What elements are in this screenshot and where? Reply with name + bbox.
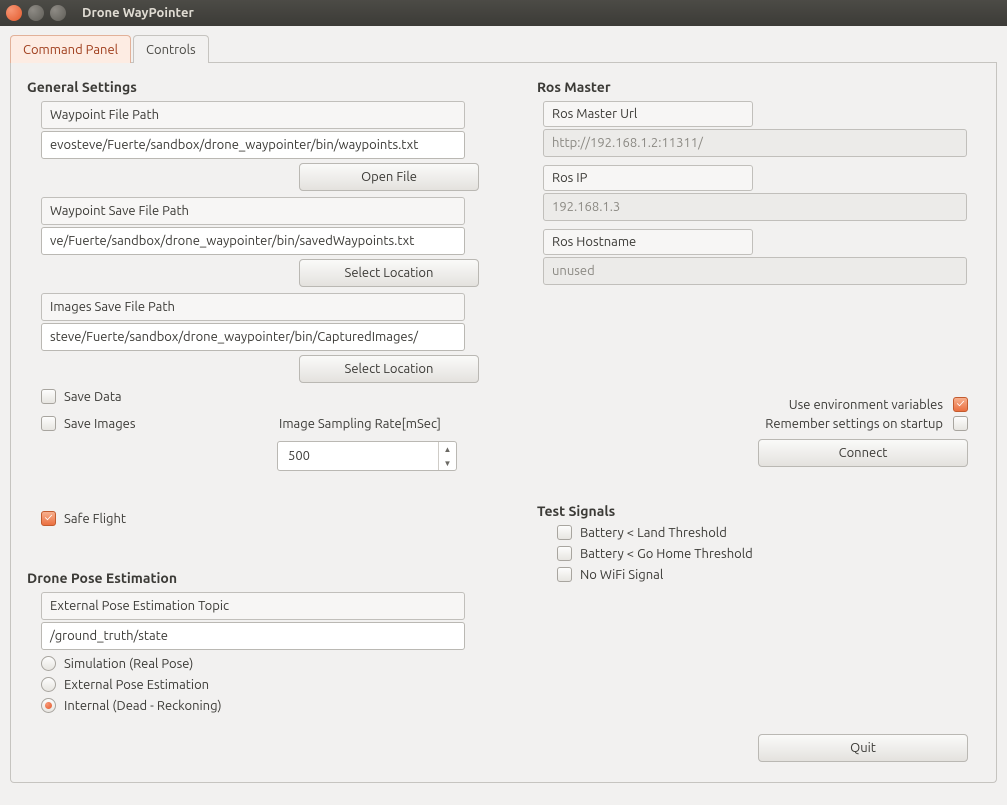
safe-flight-checkbox[interactable] xyxy=(41,511,56,526)
test-batt-home-checkbox[interactable] xyxy=(557,546,572,561)
pose-label-external: External Pose Estimation xyxy=(64,678,209,692)
save-data-checkbox[interactable] xyxy=(41,389,56,404)
use-env-label: Use environment variables xyxy=(789,398,943,412)
select-location-images-button[interactable]: Select Location xyxy=(299,355,479,383)
test-batt-land-row[interactable]: Battery < Land Threshold xyxy=(557,525,980,540)
ros-hostname-label: Ros Hostname xyxy=(543,229,753,255)
quit-button[interactable]: Quit xyxy=(758,734,968,762)
use-env-row[interactable]: Use environment variables xyxy=(537,397,968,412)
ros-ip-input[interactable]: 192.168.1.3 xyxy=(543,193,967,221)
pose-label-simulation: Simulation (Real Pose) xyxy=(64,657,193,671)
pose-option-internal[interactable]: Internal (Dead - Reckoning) xyxy=(41,698,497,713)
remember-label: Remember settings on startup xyxy=(765,417,943,431)
test-batt-land-label: Battery < Land Threshold xyxy=(580,526,727,540)
waypoint-save-path-input[interactable]: ve/Fuerte/sandbox/drone_waypointer/bin/s… xyxy=(41,227,465,255)
general-settings-title: General Settings xyxy=(27,79,497,95)
remember-checkbox[interactable] xyxy=(953,416,968,431)
window-titlebar: Drone WayPointer xyxy=(0,0,1007,26)
open-file-button[interactable]: Open File xyxy=(299,163,479,191)
sampling-rate-value[interactable]: 500 xyxy=(278,449,438,463)
waypoint-file-path-label: Waypoint File Path xyxy=(41,101,465,129)
close-icon[interactable] xyxy=(6,5,22,21)
remember-row[interactable]: Remember settings on startup xyxy=(537,416,968,431)
sampling-rate-spinner[interactable]: 500 ▲ ▼ xyxy=(277,441,457,471)
pose-label-internal: Internal (Dead - Reckoning) xyxy=(64,699,222,713)
pose-option-simulation[interactable]: Simulation (Real Pose) xyxy=(41,656,497,671)
ros-master-title: Ros Master xyxy=(537,79,980,95)
pose-radio-external[interactable] xyxy=(41,677,56,692)
ros-url-label: Ros Master Url xyxy=(543,101,753,127)
window-title: Drone WayPointer xyxy=(82,6,194,20)
use-env-checkbox[interactable] xyxy=(953,397,968,412)
minimize-icon[interactable] xyxy=(28,5,44,21)
test-batt-land-checkbox[interactable] xyxy=(557,525,572,540)
test-no-wifi-label: No WiFi Signal xyxy=(580,568,663,582)
spinner-up-icon[interactable]: ▲ xyxy=(439,442,456,456)
waypoint-file-path-input[interactable]: evosteve/Fuerte/sandbox/drone_waypointer… xyxy=(41,131,465,159)
sampling-rate-label: Image Sampling Rate[mSec] xyxy=(279,417,441,431)
save-images-row[interactable]: Save Images xyxy=(41,416,277,431)
connect-button[interactable]: Connect xyxy=(758,439,968,467)
maximize-icon[interactable] xyxy=(50,5,66,21)
select-location-save-button[interactable]: Select Location xyxy=(299,259,479,287)
safe-flight-label: Safe Flight xyxy=(64,512,126,526)
images-save-path-input[interactable]: steve/Fuerte/sandbox/drone_waypointer/bi… xyxy=(41,323,465,351)
pose-radio-simulation[interactable] xyxy=(41,656,56,671)
save-data-label: Save Data xyxy=(64,390,122,404)
waypoint-save-path-label: Waypoint Save File Path xyxy=(41,197,465,225)
ros-url-input[interactable]: http://192.168.1.2:11311/ xyxy=(543,129,967,157)
test-no-wifi-row[interactable]: No WiFi Signal xyxy=(557,567,980,582)
pose-topic-label: External Pose Estimation Topic xyxy=(41,592,465,620)
save-images-checkbox[interactable] xyxy=(41,416,56,431)
tab-controls[interactable]: Controls xyxy=(133,35,209,63)
images-save-path-label: Images Save File Path xyxy=(41,293,465,321)
ros-hostname-input[interactable]: unused xyxy=(543,257,967,285)
test-no-wifi-checkbox[interactable] xyxy=(557,567,572,582)
pose-topic-input[interactable]: /ground_truth/state xyxy=(41,622,465,650)
pose-estimation-title: Drone Pose Estimation xyxy=(27,570,497,586)
pose-option-external[interactable]: External Pose Estimation xyxy=(41,677,497,692)
test-batt-home-label: Battery < Go Home Threshold xyxy=(580,547,753,561)
safe-flight-row[interactable]: Safe Flight xyxy=(41,511,497,526)
pose-radio-internal[interactable] xyxy=(41,698,56,713)
spinner-down-icon[interactable]: ▼ xyxy=(439,456,456,470)
test-signals-title: Test Signals xyxy=(537,503,980,519)
save-data-row[interactable]: Save Data xyxy=(41,389,497,404)
save-images-label: Save Images xyxy=(64,417,136,431)
ros-ip-label: Ros IP xyxy=(543,165,753,191)
test-batt-home-row[interactable]: Battery < Go Home Threshold xyxy=(557,546,980,561)
tab-strip: Command Panel Controls xyxy=(10,34,997,63)
tab-command-panel[interactable]: Command Panel xyxy=(10,35,131,63)
